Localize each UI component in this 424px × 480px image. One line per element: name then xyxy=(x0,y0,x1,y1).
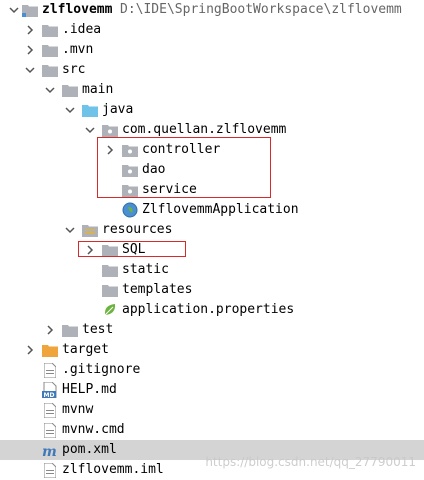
chevron-right-icon[interactable] xyxy=(22,42,38,58)
tree-row-test[interactable]: test xyxy=(0,320,424,340)
file-icon xyxy=(42,422,58,438)
folder-icon xyxy=(42,42,58,58)
highlight-box-sql xyxy=(78,241,186,257)
file-icon xyxy=(42,402,58,418)
chevron-down-icon[interactable] xyxy=(62,222,78,238)
spring-boot-class-icon xyxy=(122,202,138,218)
tree-item-label: zlflovemm.iml xyxy=(62,462,164,477)
project-name: zlflovemm xyxy=(42,2,113,17)
tree-row-idea[interactable]: .idea xyxy=(0,20,424,40)
maven-icon: m xyxy=(42,442,58,458)
chevron-right-icon[interactable] xyxy=(42,322,58,338)
folder-icon xyxy=(62,322,78,338)
tree-row-gitignore[interactable]: .gitignore xyxy=(0,360,424,380)
tree-item-label: com.quellan.zlflovemm xyxy=(122,122,287,137)
tree-row-help-md[interactable]: MD HELP.md xyxy=(0,380,424,400)
tree-item-label: src xyxy=(62,62,86,77)
tree-item-label: mvnw.cmd xyxy=(62,422,125,437)
spring-leaf-icon xyxy=(102,302,118,318)
tree-item-label: java xyxy=(102,102,134,117)
markdown-file-icon: MD xyxy=(42,382,58,398)
svg-text:m: m xyxy=(42,444,57,457)
chevron-right-icon[interactable] xyxy=(22,342,38,358)
chevron-down-icon[interactable] xyxy=(82,122,98,138)
tree-item-label: resources xyxy=(102,222,173,237)
tree-item-label: application.properties xyxy=(122,302,295,317)
chevron-down-icon[interactable] xyxy=(6,2,22,18)
tree-item-label: ZlflovemmApplication xyxy=(142,202,299,217)
chevron-right-icon[interactable] xyxy=(22,22,38,38)
md-badge-text: MD xyxy=(44,392,55,398)
folder-icon xyxy=(102,262,118,278)
tree-row-src[interactable]: src xyxy=(0,60,424,80)
tree-row-project-root[interactable]: zlflovemm D:\IDE\SpringBootWorkspace\zlf… xyxy=(0,0,424,20)
project-path: D:\IDE\SpringBootWorkspace\zlflovemm xyxy=(120,2,402,17)
tree-row-resources[interactable]: resources xyxy=(0,220,424,240)
tree-row-templates[interactable]: templates xyxy=(0,280,424,300)
tree-row-mvnw[interactable]: mvnw xyxy=(0,400,424,420)
tree-item-label: HELP.md xyxy=(62,382,117,397)
tree-item-label: main xyxy=(82,82,114,97)
chevron-down-icon[interactable] xyxy=(22,62,38,78)
folder-icon xyxy=(42,22,58,38)
file-icon xyxy=(42,462,58,478)
tree-item-label: .gitignore xyxy=(62,362,141,377)
watermark: https://blog.csdn.net/qq_27790011 xyxy=(205,455,416,469)
tree-item-label: .idea xyxy=(62,22,102,37)
tree-row-mvnw-cmd[interactable]: mvnw.cmd xyxy=(0,420,424,440)
tree-item-label: templates xyxy=(122,282,193,297)
package-icon xyxy=(102,122,118,138)
tree-item-label: pom.xml xyxy=(62,442,117,457)
folder-icon xyxy=(42,62,58,78)
excluded-folder-icon xyxy=(42,342,58,358)
tree-row-sql[interactable]: SQL xyxy=(0,240,424,260)
tree-row-application-properties[interactable]: application.properties xyxy=(0,300,424,320)
tree-row-target[interactable]: target xyxy=(0,340,424,360)
tree-row-application-class[interactable]: ZlflovemmApplication xyxy=(0,200,424,220)
tree-row-java[interactable]: java xyxy=(0,100,424,120)
folder-icon xyxy=(102,282,118,298)
tree-row-mvn[interactable]: .mvn xyxy=(0,40,424,60)
source-folder-icon xyxy=(82,102,98,118)
resources-folder-icon xyxy=(82,222,98,238)
project-folder-icon xyxy=(22,2,38,18)
project-tree: zlflovemm D:\IDE\SpringBootWorkspace\zlf… xyxy=(0,0,424,478)
file-icon xyxy=(42,362,58,378)
chevron-down-icon[interactable] xyxy=(42,82,58,98)
highlight-box-packages xyxy=(97,137,271,198)
tree-item-label: .mvn xyxy=(62,42,94,57)
tree-item-label: mvnw xyxy=(62,402,94,417)
tree-row-main[interactable]: main xyxy=(0,80,424,100)
folder-icon xyxy=(62,82,78,98)
tree-item-label: static xyxy=(122,262,169,277)
tree-row-static[interactable]: static xyxy=(0,260,424,280)
chevron-down-icon[interactable] xyxy=(62,102,78,118)
tree-item-label: target xyxy=(62,342,109,357)
tree-item-label: test xyxy=(82,322,114,337)
